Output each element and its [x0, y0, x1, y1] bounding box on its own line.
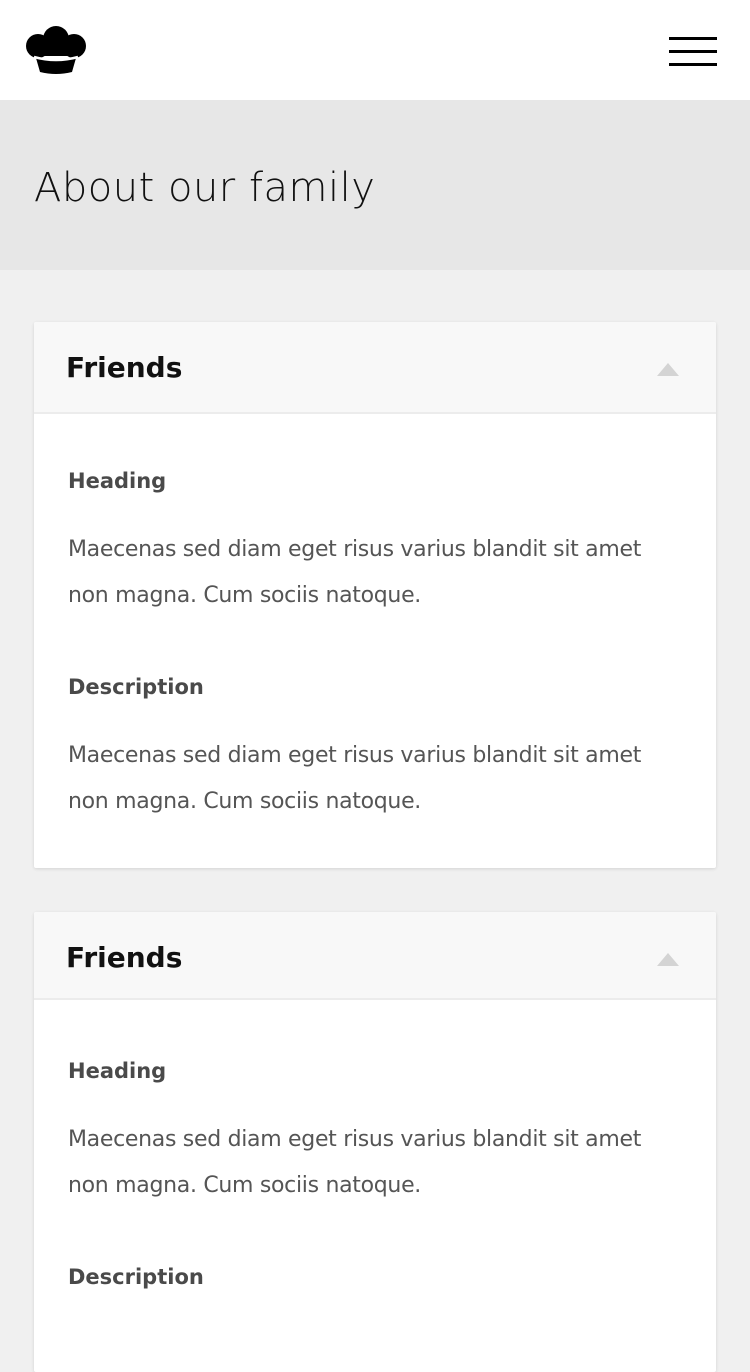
- accordion-header[interactable]: Friends: [34, 912, 716, 1000]
- section-label: Heading: [68, 469, 167, 493]
- section-text: Maecenas sed diam eget risus varius blan…: [68, 537, 642, 608]
- top-navigation-bar: [0, 0, 750, 100]
- accordion-title: Friends: [66, 941, 183, 974]
- hamburger-menu-icon[interactable]: [664, 32, 722, 72]
- chef-hat-icon[interactable]: [24, 24, 88, 78]
- section-text: Maecenas sed diam eget risus varius blan…: [68, 743, 642, 814]
- section-label: Heading: [68, 1059, 167, 1083]
- section-text: Maecenas sed diam eget risus varius blan…: [68, 1127, 642, 1198]
- accordion-title: Friends: [66, 351, 183, 384]
- triangle-up-icon[interactable]: [657, 953, 679, 966]
- page-hero: About our family: [0, 100, 750, 270]
- accordion-card: Friends Heading Maecenas sed diam eget r…: [34, 322, 716, 868]
- accordion-header[interactable]: Friends: [34, 322, 716, 414]
- section-label: Description: [68, 675, 204, 699]
- triangle-up-icon[interactable]: [657, 363, 679, 376]
- section-label: Description: [68, 1265, 204, 1289]
- accordion-card: Friends Heading Maecenas sed diam eget r…: [34, 912, 716, 1372]
- page-title: About our family: [34, 165, 376, 211]
